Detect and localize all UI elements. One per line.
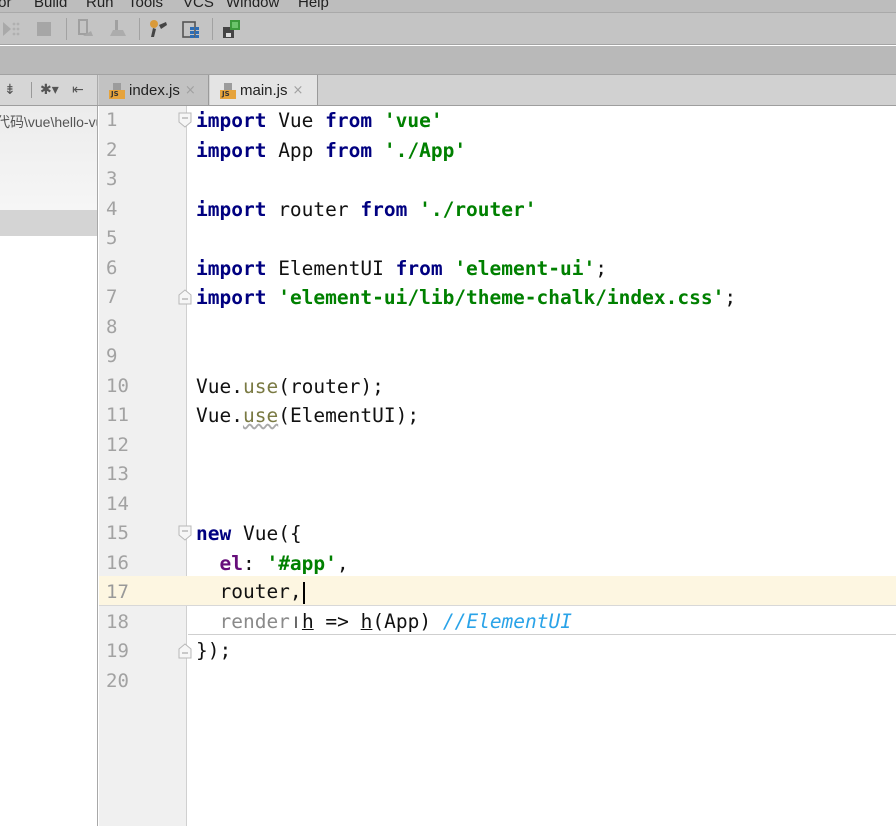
menu-run[interactable]: Run (86, 0, 114, 11)
line-number: 14 (106, 492, 129, 515)
gear-icon[interactable]: ✱▾ (40, 82, 59, 98)
line-number: 9 (106, 345, 118, 367)
close-icon[interactable]: × (185, 83, 196, 98)
menu-window[interactable]: Window (226, 0, 279, 11)
tab-index-js[interactable]: JS index.js × (99, 75, 209, 105)
fold-collapse-icon[interactable] (178, 112, 192, 128)
line-number: 6 (106, 256, 118, 279)
line-number: 20 (106, 669, 129, 692)
js-file-icon: JS (109, 83, 125, 99)
code-line-6: import ElementUI from 'element-ui'; (196, 256, 607, 280)
code-line-15: new Vue({ (196, 522, 302, 545)
line-number: 5 (106, 227, 118, 249)
line-number: 19 (106, 640, 129, 662)
sdk-manager-icon[interactable] (221, 19, 241, 39)
line-number: 15 (106, 522, 129, 544)
line-number: 4 (106, 197, 118, 220)
line-number: 11 (106, 404, 129, 426)
fold-collapse-icon[interactable] (178, 525, 192, 541)
close-icon[interactable]: × (293, 83, 304, 98)
line-number: 3 (106, 168, 118, 190)
code-line-1: import Vue from 'vue' (196, 109, 443, 132)
toolbar-separator (212, 18, 213, 40)
line-number: 10 (106, 374, 129, 397)
project-panel: 代码\vue\hello-vue (0, 106, 98, 826)
code-line-17: router, (196, 577, 305, 607)
project-structure-icon[interactable] (181, 19, 201, 39)
fold-end-icon[interactable] (178, 289, 192, 305)
code-line-10: Vue.use(router); (196, 374, 384, 398)
code-line-19: }); (196, 639, 232, 662)
tab-label: index.js (129, 81, 180, 99)
stop-icon[interactable] (34, 19, 54, 39)
line-number: 17 (106, 581, 129, 603)
line-number: 1 (106, 109, 118, 131)
menu-build[interactable]: Build (34, 0, 67, 11)
text-caret (302, 581, 305, 604)
project-tree-root[interactable]: 代码\vue\hello-vue (0, 106, 97, 210)
attach-icon[interactable] (76, 19, 96, 39)
editor-tab-bar: ⇟ ✱▾ ⇤ JS index.js × JS main.js × (0, 75, 896, 106)
mouse-ibeam-cursor-icon: I (293, 612, 299, 632)
deploy-icon[interactable] (108, 19, 128, 39)
line-number: 13 (106, 463, 129, 485)
line-number: 8 (106, 315, 118, 338)
toolbar-separator (139, 18, 140, 40)
line-number: 2 (106, 138, 118, 161)
code-line-16: el: '#app', (219, 551, 349, 575)
project-panel-toolbar: ⇟ ✱▾ ⇤ (0, 75, 98, 105)
line-number: 12 (106, 433, 129, 456)
js-file-icon: JS (220, 83, 236, 99)
menu-bar: tor Build Run Tools VCS Window Help (0, 0, 896, 12)
tab-label: main.js (240, 81, 288, 99)
menu-editor[interactable]: tor (0, 0, 12, 11)
project-tree-selected-item[interactable] (0, 210, 97, 236)
line-number: 16 (106, 551, 129, 574)
debug-icon[interactable] (2, 19, 22, 39)
tab-main-js[interactable]: JS main.js × (210, 75, 318, 105)
project-path[interactable]: 代码\vue\hello-vue (0, 112, 97, 132)
main-toolbar (0, 12, 896, 45)
code-line-11: Vue.use(ElementUI); (196, 404, 420, 427)
menu-tools[interactable]: Tools (128, 0, 163, 11)
line-number: 7 (106, 286, 118, 308)
toolbar-separator (66, 18, 67, 40)
fold-end-icon[interactable] (178, 643, 192, 659)
menu-vcs[interactable]: VCS (183, 0, 214, 11)
collapse-all-icon[interactable]: ⇟ (4, 82, 16, 98)
hide-panel-icon[interactable]: ⇤ (72, 82, 84, 98)
code-line-18: render Ih => h(App) //ElementUI (196, 607, 572, 637)
settings-wrench-icon[interactable] (148, 19, 168, 39)
code-line-7: import 'element-ui/lib/theme-chalk/index… (196, 286, 737, 309)
toolbar-separator (31, 82, 32, 98)
code-line-4: import router from './router' (196, 197, 537, 221)
code-line-2: import App from './App' (196, 138, 467, 162)
line-number: 18 (106, 610, 129, 633)
menu-help[interactable]: Help (298, 0, 329, 11)
navigation-bar (0, 46, 896, 75)
